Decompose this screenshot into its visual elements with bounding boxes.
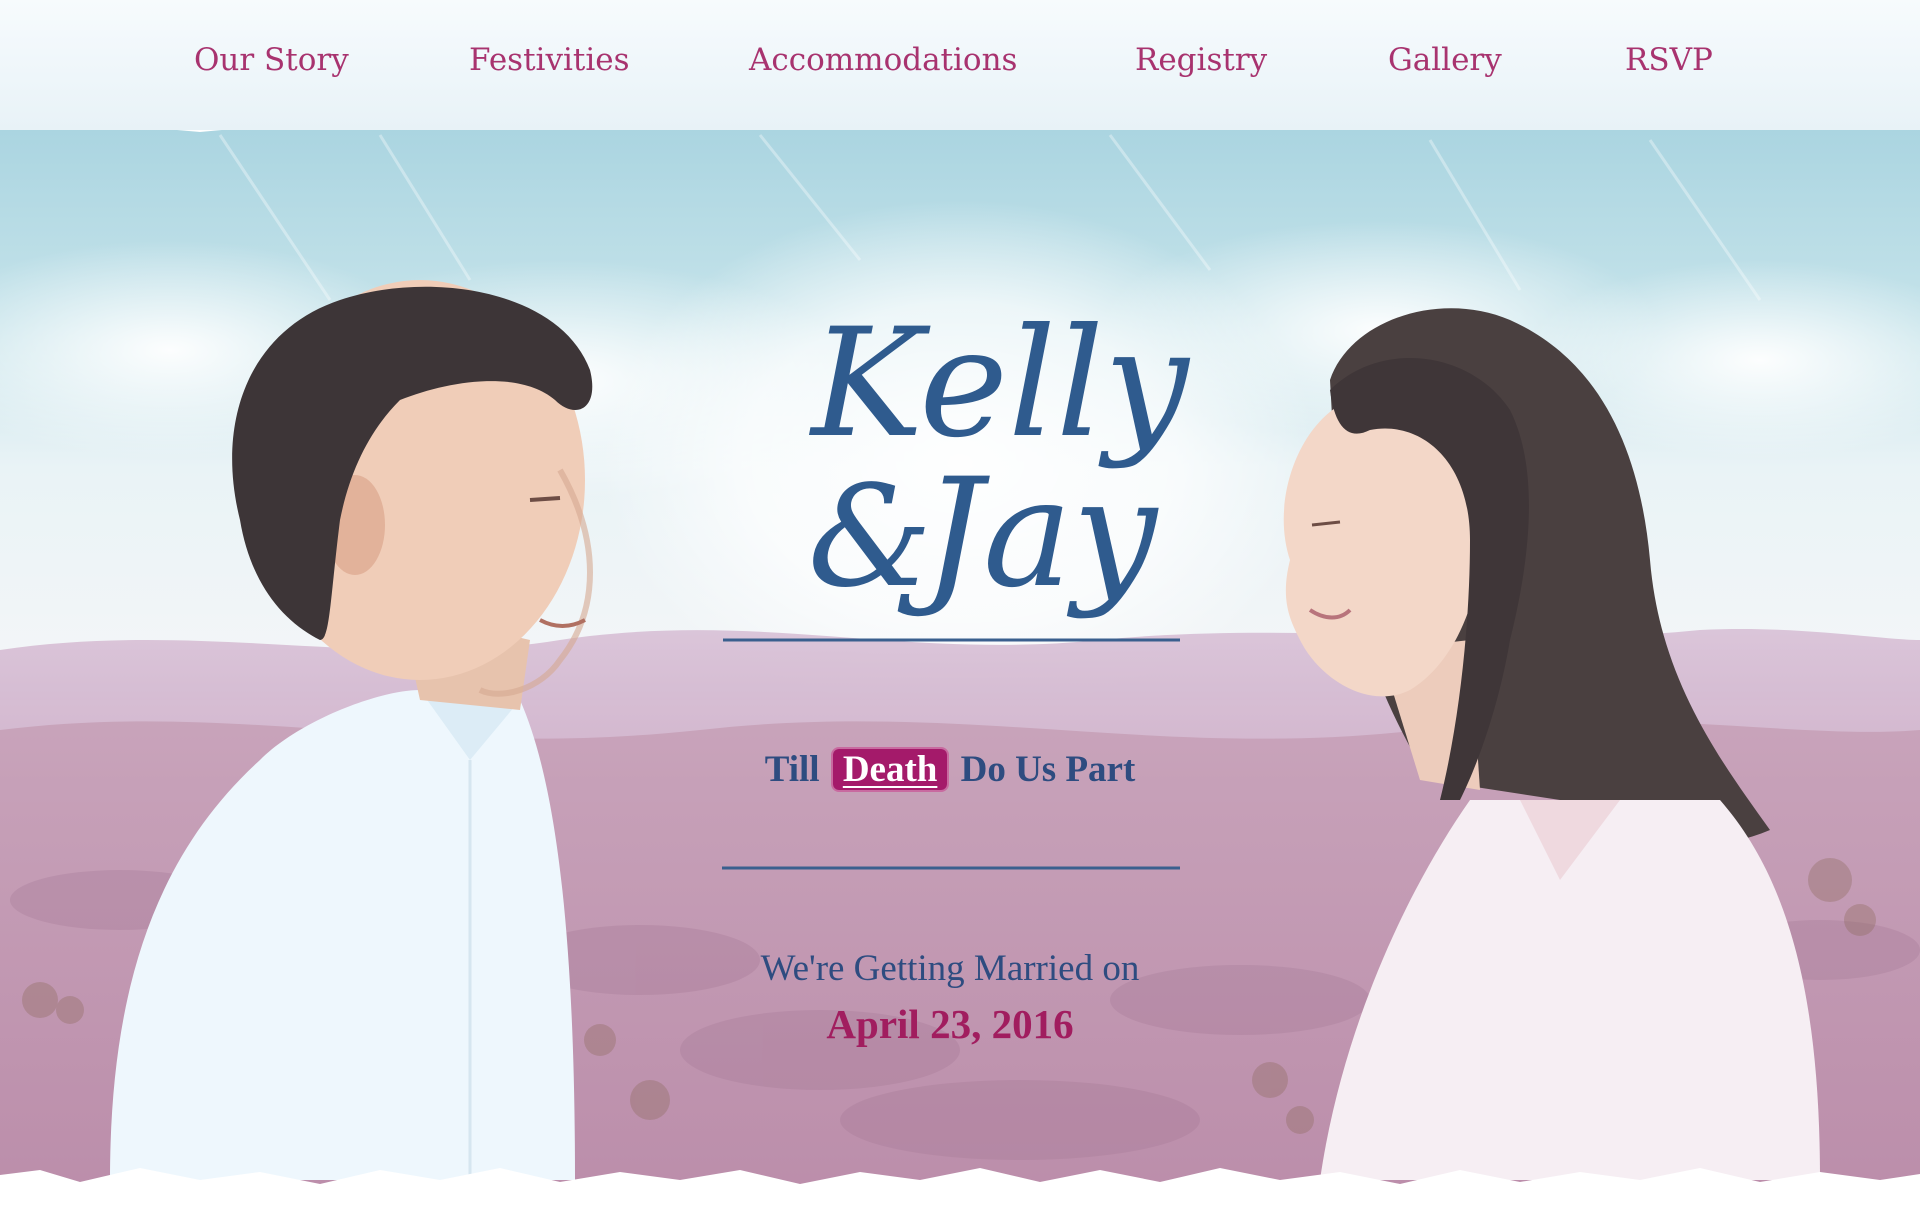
divider: [722, 866, 1180, 870]
name-kelly: Kelly: [808, 300, 1191, 471]
nav-registry[interactable]: Registry: [1135, 42, 1267, 78]
nav-accommodations[interactable]: Accommodations: [749, 42, 1017, 78]
tagline: Till Death Do Us Part: [720, 748, 1180, 791]
nav-festivities[interactable]: Festivities: [469, 42, 630, 78]
couple-names-title: Kelly & Jay: [723, 300, 1191, 642]
nav-gallery[interactable]: Gallery: [1388, 42, 1502, 78]
tagline-do-us-part: Do Us Part: [960, 749, 1136, 790]
married-announcement: We're Getting Married on: [760, 948, 1140, 989]
tagline-till: Till: [764, 749, 820, 790]
nav-our-story[interactable]: Our Story: [194, 42, 349, 78]
tagline-death-link[interactable]: Death: [832, 749, 948, 790]
wedding-date: April 23, 2016: [826, 1001, 1074, 1047]
nav-rsvp[interactable]: RSVP: [1625, 42, 1713, 78]
name-jay: Jay: [897, 447, 1160, 621]
ampersand: &: [808, 456, 933, 619]
top-navigation: Our Story Festivities Accommodations Reg…: [0, 0, 1920, 130]
